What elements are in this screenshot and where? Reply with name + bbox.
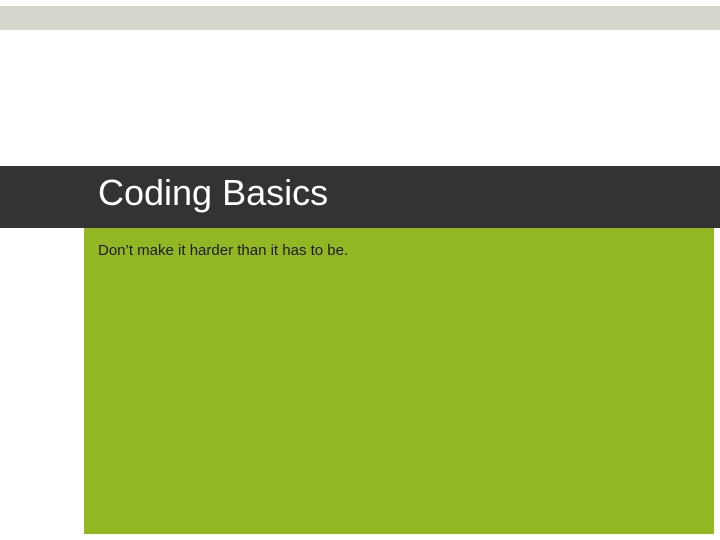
- slide-subtitle: Don’t make it harder than it has to be.: [98, 242, 348, 259]
- slide-title: Coding Basics: [98, 172, 328, 214]
- top-accent-bar: [0, 6, 720, 30]
- content-panel: [84, 228, 714, 534]
